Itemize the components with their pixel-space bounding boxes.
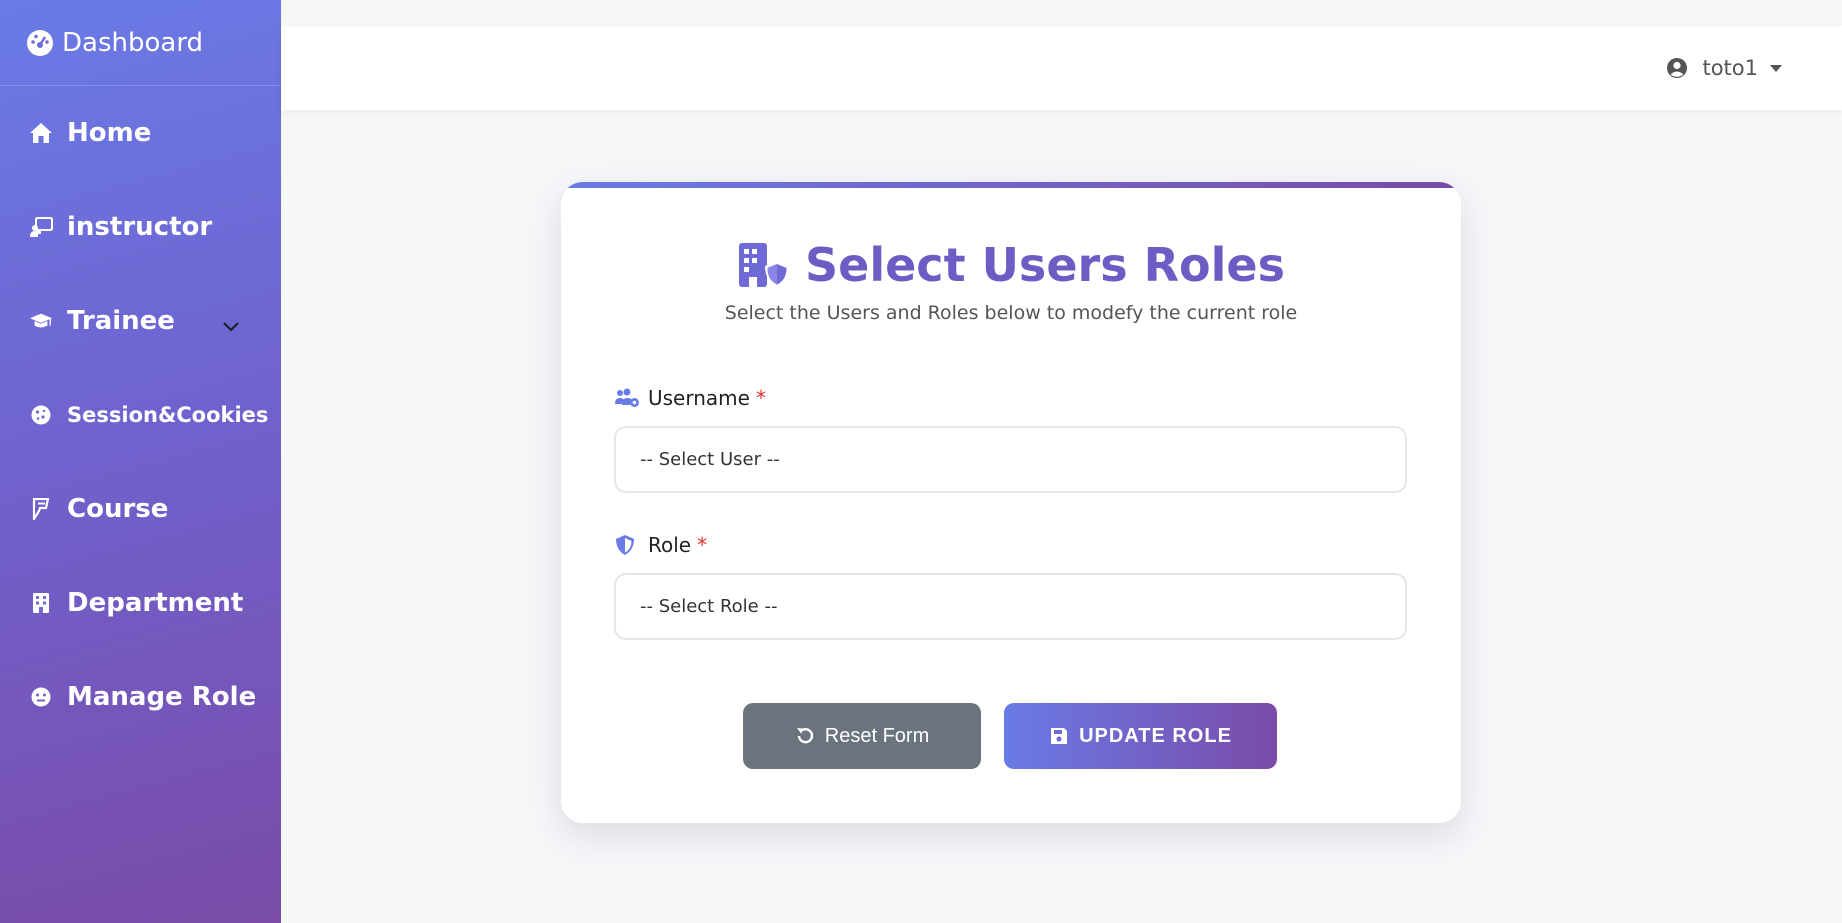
- face-icon: [29, 685, 53, 709]
- role-label: Role *: [614, 533, 707, 557]
- page-subtitle: Select the Users and Roles below to mode…: [724, 302, 1298, 324]
- brand-label: Dashboard: [62, 27, 204, 58]
- foursquare-icon: [29, 497, 53, 521]
- role-label-text: Role: [648, 533, 692, 557]
- sidebar-item-session-cookies[interactable]: Session&Cookies: [0, 368, 281, 462]
- user-dropdown[interactable]: toto1: [1666, 56, 1782, 80]
- required-marker: *: [697, 533, 708, 557]
- sidebar-item-label: Trainee: [67, 306, 175, 336]
- sidebar-nav: Home instructor Trainee Session&Cookies: [0, 86, 281, 744]
- save-icon: [1049, 726, 1069, 746]
- reset-form-label: Reset Form: [824, 724, 930, 747]
- building-icon: [29, 591, 53, 615]
- update-role-label: UPDATE ROLE: [1079, 724, 1232, 747]
- sidebar-item-label: Session&Cookies: [67, 403, 269, 427]
- role-select-value: -- Select Role --: [640, 596, 778, 617]
- building-shield-icon: [737, 241, 791, 289]
- user-circle-icon: [1666, 57, 1688, 79]
- home-icon: [29, 121, 53, 145]
- sidebar-item-manage-role[interactable]: Manage Role: [0, 650, 281, 744]
- sidebar-item-home[interactable]: Home: [0, 86, 281, 180]
- sidebar-item-label: Course: [67, 494, 169, 524]
- caret-down-icon: [1770, 64, 1782, 72]
- graduation-cap-icon: [29, 309, 53, 333]
- role-select[interactable]: -- Select Role --: [614, 573, 1407, 640]
- sidebar-item-label: instructor: [67, 212, 213, 242]
- gauge-icon: [26, 29, 54, 57]
- username-label-text: Username: [648, 386, 750, 410]
- sidebar-brand[interactable]: Dashboard: [0, 0, 281, 86]
- sidebar-item-trainee[interactable]: Trainee: [0, 274, 281, 368]
- users-cog-icon: [614, 387, 640, 409]
- sidebar-item-course[interactable]: Course: [0, 462, 281, 556]
- page-title-text: Select Users Roles: [805, 238, 1285, 292]
- shield-icon: [614, 534, 640, 556]
- top-navbar: toto1: [281, 26, 1842, 110]
- sidebar-item-instructor[interactable]: instructor: [0, 180, 281, 274]
- chalkboard-teacher-icon: [29, 215, 53, 239]
- username-select-value: -- Select User --: [640, 449, 780, 470]
- sidebar: Dashboard Home instructor Trainee Sessio…: [0, 0, 281, 923]
- username-label: Username *: [614, 386, 766, 410]
- chevron-down-icon[interactable]: [221, 316, 241, 336]
- sidebar-item-department[interactable]: Department: [0, 556, 281, 650]
- page-title: Select Users Roles: [561, 238, 1461, 292]
- sidebar-item-label: Department: [67, 588, 244, 618]
- username-select[interactable]: -- Select User --: [614, 426, 1407, 493]
- sidebar-item-label: Manage Role: [67, 682, 257, 712]
- cookie-icon: [29, 403, 53, 427]
- required-marker: *: [755, 386, 766, 410]
- role-form-card: Select Users Roles Select the Users and …: [561, 182, 1461, 823]
- undo-icon: [795, 726, 815, 746]
- reset-form-button[interactable]: Reset Form: [743, 703, 981, 769]
- sidebar-item-label: Home: [67, 118, 152, 148]
- card-accent-bar: [561, 182, 1461, 188]
- user-name: toto1: [1702, 56, 1758, 80]
- update-role-button[interactable]: UPDATE ROLE: [1004, 703, 1277, 769]
